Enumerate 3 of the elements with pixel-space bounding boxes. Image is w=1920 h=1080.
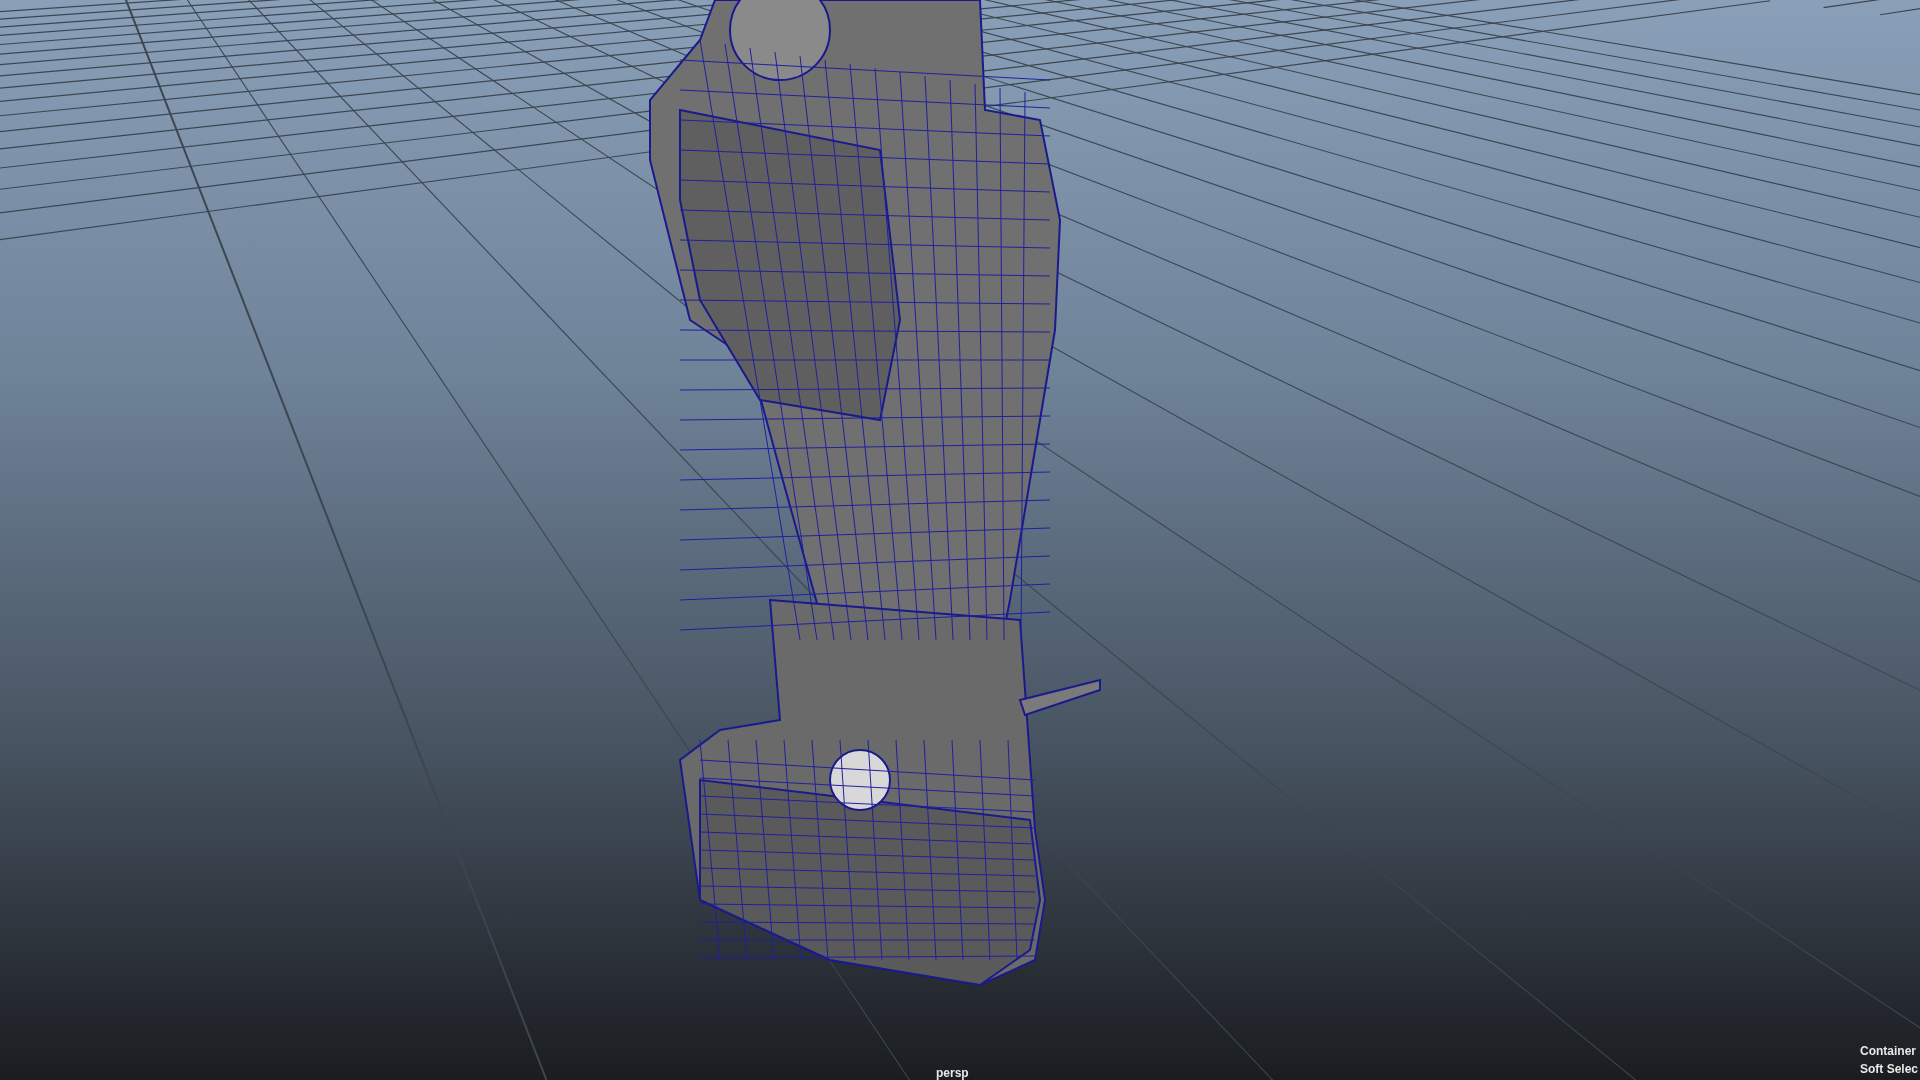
hud-label: Soft Selec <box>1859 1062 1918 1076</box>
hud-label: Container <box>1859 1044 1917 1058</box>
camera-label: persp <box>936 1066 969 1080</box>
